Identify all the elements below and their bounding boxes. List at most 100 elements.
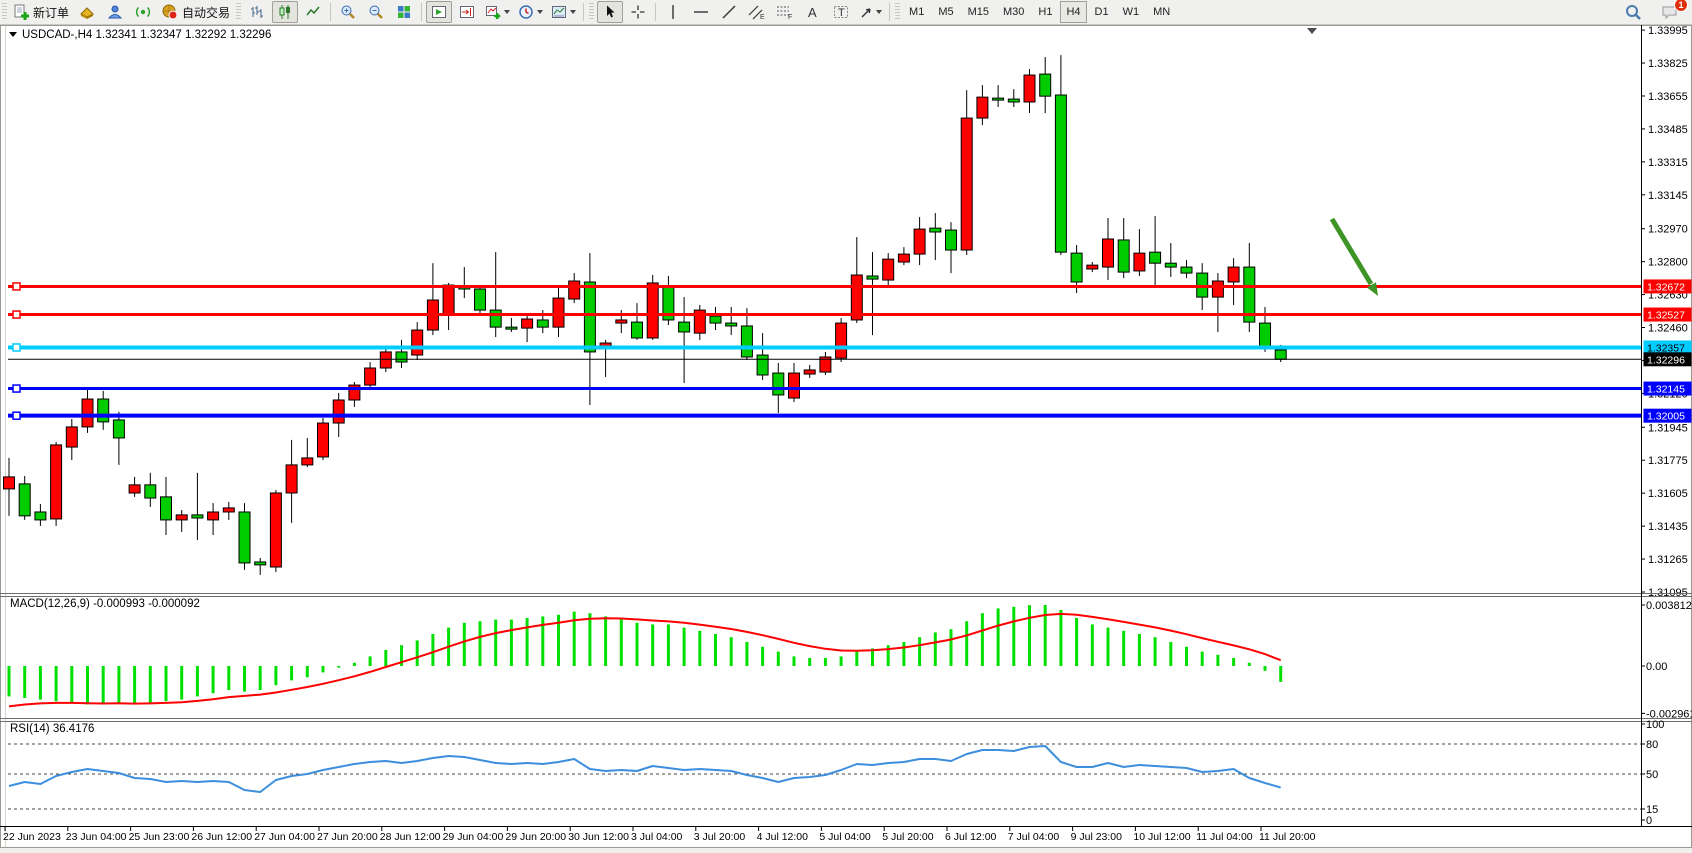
macd-bar bbox=[55, 666, 58, 701]
time-axis-label: 10 Jul 12:00 bbox=[1133, 831, 1190, 843]
line-handle[interactable] bbox=[13, 283, 20, 290]
macd-bar bbox=[86, 666, 89, 704]
signals-button[interactable] bbox=[130, 1, 156, 23]
macd-bar bbox=[902, 642, 905, 666]
candlestick-chart-button[interactable] bbox=[272, 1, 298, 23]
time-axis-label: 30 Jun 12:00 bbox=[568, 831, 629, 843]
candle bbox=[223, 508, 234, 512]
time-axis-label: 11 Jul 20:00 bbox=[1259, 831, 1316, 843]
candle bbox=[161, 497, 172, 520]
indicators-button[interactable] bbox=[482, 1, 513, 23]
fibonacci-button[interactable]: F bbox=[772, 1, 798, 23]
macd-bar bbox=[855, 652, 858, 666]
candle bbox=[804, 370, 815, 374]
chart-shift-button[interactable] bbox=[454, 1, 480, 23]
time-axis-label: 27 Jun 04:00 bbox=[254, 831, 315, 843]
price-axis-tick-label: 1.31435 bbox=[1648, 521, 1688, 533]
equidistant-channel-button[interactable]: E bbox=[744, 1, 770, 23]
macd-bar bbox=[212, 666, 215, 693]
crosshair-button[interactable] bbox=[625, 1, 651, 23]
timeframe-h1-button[interactable]: H1 bbox=[1032, 1, 1058, 23]
new-order-label: 新订单 bbox=[33, 4, 69, 21]
toolbar-separator bbox=[655, 3, 656, 21]
timeframe-m1-button[interactable]: M1 bbox=[903, 1, 930, 23]
macd-bar bbox=[1185, 647, 1188, 666]
macd-bar bbox=[353, 663, 356, 666]
zoom-out-button[interactable] bbox=[363, 1, 389, 23]
periods-button[interactable] bbox=[515, 1, 546, 23]
macd-bar bbox=[1059, 610, 1062, 666]
line-handle[interactable] bbox=[13, 344, 20, 351]
macd-bar bbox=[369, 656, 372, 666]
tile-windows-button[interactable] bbox=[391, 1, 417, 23]
chart-window: USDCAD-,H4 1.32341 1.32347 1.32292 1.322… bbox=[0, 0, 1692, 848]
timeframe-w1-button[interactable]: W1 bbox=[1117, 1, 1146, 23]
macd-bar bbox=[840, 656, 843, 666]
navigator-button[interactable] bbox=[102, 1, 128, 23]
macd-bar bbox=[39, 666, 42, 700]
price-line-label: 1.32527 bbox=[1647, 310, 1685, 322]
time-axis-label: 29 Jun 20:00 bbox=[505, 831, 566, 843]
text-button[interactable]: A bbox=[800, 1, 826, 23]
macd-bar bbox=[1232, 658, 1235, 666]
macd-bar bbox=[1122, 631, 1125, 666]
autotrading-label: 自动交易 bbox=[182, 4, 230, 21]
line-handle[interactable] bbox=[13, 412, 20, 419]
time-axis-label: 6 Jul 12:00 bbox=[945, 831, 997, 843]
candle bbox=[35, 512, 46, 520]
market-watch-button[interactable] bbox=[74, 1, 100, 23]
price-axis-tick-label: 1.33315 bbox=[1648, 157, 1688, 169]
timeframe-d1-button[interactable]: D1 bbox=[1089, 1, 1115, 23]
candle bbox=[4, 477, 15, 489]
arrows-button[interactable] bbox=[856, 1, 885, 23]
price-axis-tick-label: 1.33485 bbox=[1648, 124, 1688, 136]
macd-bar bbox=[950, 629, 953, 666]
candle bbox=[1103, 239, 1114, 267]
svg-text:T: T bbox=[838, 7, 845, 19]
toolbar-grip[interactable] bbox=[589, 3, 594, 21]
cursor-button[interactable] bbox=[597, 1, 623, 23]
macd-bar bbox=[290, 666, 293, 680]
candle bbox=[490, 310, 501, 327]
macd-bar bbox=[8, 666, 11, 696]
notifications-button[interactable]: 1 bbox=[1657, 1, 1683, 23]
time-axis-label: 5 Jul 20:00 bbox=[882, 831, 934, 843]
line-handle[interactable] bbox=[13, 311, 20, 318]
macd-bar bbox=[180, 666, 183, 700]
timeframe-m30-button[interactable]: M30 bbox=[997, 1, 1030, 23]
rsi-label: RSI(14) 36.4176 bbox=[10, 723, 94, 735]
horizontal-line-button[interactable] bbox=[688, 1, 714, 23]
candle bbox=[1055, 95, 1066, 252]
macd-bar bbox=[165, 666, 168, 701]
toolbar-grip[interactable] bbox=[2, 3, 7, 21]
toolbar-grip[interactable] bbox=[895, 3, 900, 21]
line-handle[interactable] bbox=[13, 385, 20, 392]
main-toolbar: 新订单 自动交易 bbox=[0, 0, 1692, 25]
zoom-in-button[interactable] bbox=[335, 1, 361, 23]
new-order-button[interactable]: 新订单 bbox=[10, 1, 72, 23]
auto-scroll-button[interactable] bbox=[426, 1, 452, 23]
text-label-button[interactable]: T bbox=[828, 1, 854, 23]
candle bbox=[333, 400, 344, 423]
chart-canvas[interactable]: USDCAD-,H4 1.32341 1.32347 1.32292 1.322… bbox=[0, 0, 1692, 848]
trendline-button[interactable] bbox=[716, 1, 742, 23]
templates-button[interactable] bbox=[548, 1, 579, 23]
macd-bar bbox=[636, 623, 639, 666]
vertical-line-button[interactable] bbox=[660, 1, 686, 23]
autotrading-button[interactable]: 自动交易 bbox=[158, 1, 233, 23]
candle bbox=[98, 399, 109, 422]
line-chart-button[interactable] bbox=[300, 1, 326, 23]
toolbar-grip[interactable] bbox=[236, 3, 241, 21]
timeframe-m5-button[interactable]: M5 bbox=[932, 1, 959, 23]
macd-bar bbox=[1012, 607, 1015, 666]
macd-bar bbox=[604, 616, 607, 666]
timeframe-mn-button[interactable]: MN bbox=[1147, 1, 1176, 23]
timeframe-m15-button[interactable]: M15 bbox=[962, 1, 995, 23]
search-button[interactable] bbox=[1620, 1, 1646, 23]
timeframe-h4-button[interactable]: H4 bbox=[1060, 1, 1086, 23]
candle bbox=[679, 322, 690, 332]
candle bbox=[946, 230, 957, 250]
price-axis-tick-label: 1.33655 bbox=[1648, 91, 1688, 103]
bar-chart-button[interactable] bbox=[244, 1, 270, 23]
macd-bar bbox=[23, 666, 26, 698]
